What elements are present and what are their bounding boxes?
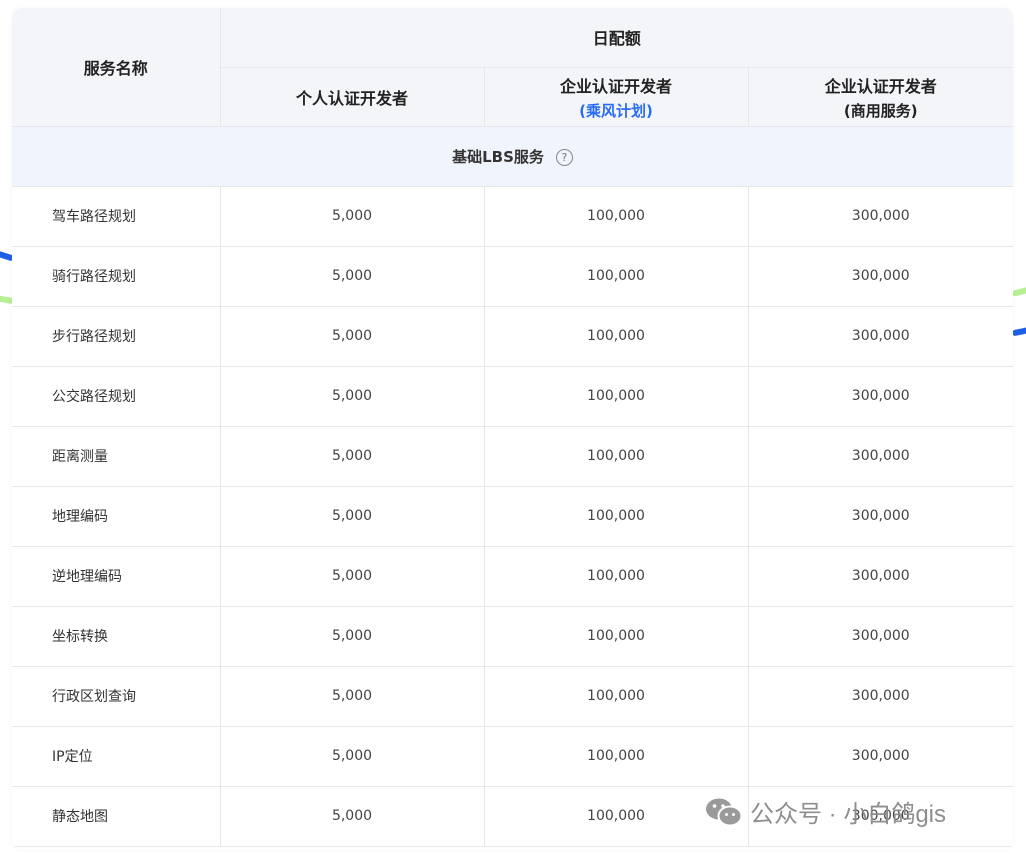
section-title: 基础LBS服务	[452, 147, 544, 166]
cell-commercial-quota: 300,000	[747, 185, 1013, 247]
table-row: 距离测量 5,000 100,000 300,000	[12, 425, 1013, 487]
header-enterprise-label: 企业认证开发者	[559, 76, 672, 96]
section-row: 基础LBS服务?	[12, 125, 1013, 187]
cell-commercial-quota: 300,000	[747, 425, 1013, 487]
cell-personal-quota: 5,000	[219, 545, 485, 607]
table-row: 驾车路径规划 5,000 100,000 300,000	[12, 185, 1013, 247]
header-enterprise-sub: (乘风计划)	[579, 101, 653, 120]
cell-commercial-quota: 300,000	[747, 665, 1013, 727]
decor-stroke-blue	[1011, 325, 1026, 337]
table-row: 行政区划查询 5,000 100,000 300,000	[12, 665, 1013, 727]
table-body: 驾车路径规划 5,000 100,000 300,000 骑行路径规划 5,000 100,…	[12, 185, 1013, 847]
cell-service-name: IP定位	[12, 725, 221, 787]
cell-commercial-quota: 300,000	[747, 365, 1013, 427]
header-service-name: 服务名称	[12, 8, 221, 127]
cell-commercial-quota: 300,000	[747, 725, 1013, 787]
cell-enterprise-quota: 100,000	[483, 305, 749, 367]
cell-enterprise-quota: 100,000	[483, 605, 749, 667]
cell-service-name: 骑行路径规划	[12, 245, 221, 307]
table-row: 地理编码 5,000 100,000 300,000	[12, 485, 1013, 547]
wechat-icon	[706, 798, 743, 826]
cell-personal-quota: 5,000	[219, 425, 485, 487]
cell-enterprise-quota: 100,000	[483, 245, 749, 307]
table-header: 服务名称 日配额 个人认证开发者 企业认证开发者 (乘风计划) 企业认证开发者 …	[12, 8, 1013, 127]
cell-personal-quota: 5,000	[219, 605, 485, 667]
cell-personal-quota: 5,000	[219, 185, 485, 247]
header-commercial-label: 企业认证开发者	[824, 76, 937, 96]
header-daily-quota: 日配额	[219, 8, 1013, 68]
cell-service-name: 逆地理编码	[12, 545, 221, 607]
decor-stroke-green	[1011, 285, 1026, 297]
cell-service-name: 驾车路径规划	[12, 185, 221, 247]
quota-table: 服务名称 日配额 个人认证开发者 企业认证开发者 (乘风计划) 企业认证开发者 …	[12, 8, 1013, 847]
cell-service-name: 公交路径规划	[12, 365, 221, 427]
cell-service-name: 步行路径规划	[12, 305, 221, 367]
cell-commercial-quota: 300,000	[747, 605, 1013, 667]
cell-enterprise-quota: 100,000	[483, 545, 749, 607]
cell-commercial-quota: 300,000	[747, 305, 1013, 367]
cell-enterprise-quota: 100,000	[483, 425, 749, 487]
cell-personal-quota: 5,000	[219, 305, 485, 367]
table-row: 逆地理编码 5,000 100,000 300,000	[12, 545, 1013, 607]
cell-commercial-quota: 300,000	[747, 485, 1013, 547]
table-row: 坐标转换 5,000 100,000 300,000	[12, 605, 1013, 667]
table-row: 公交路径规划 5,000 100,000 300,000	[12, 365, 1013, 427]
cell-service-name: 坐标转换	[12, 605, 221, 667]
watermark: 公众号 · 小白鸽gis	[704, 794, 946, 829]
cell-personal-quota: 5,000	[219, 665, 485, 727]
watermark-text: 公众号 · 小白鸽gis	[750, 801, 947, 828]
header-enterprise: 企业认证开发者 (乘风计划)	[483, 66, 749, 127]
cell-personal-quota: 5,000	[219, 485, 485, 547]
cell-commercial-quota: 300,000	[747, 245, 1013, 307]
question-circle-icon[interactable]: ?	[555, 148, 573, 166]
quota-table-card: 服务名称 日配额 个人认证开发者 企业认证开发者 (乘风计划) 企业认证开发者 …	[12, 8, 1013, 850]
cell-personal-quota: 5,000	[219, 725, 485, 787]
table-row: IP定位 5,000 100,000 300,000	[12, 725, 1013, 787]
cell-service-name: 静态地图	[12, 785, 221, 847]
cell-commercial-quota: 300,000	[747, 545, 1013, 607]
cell-enterprise-quota: 100,000	[483, 485, 749, 547]
table-row: 步行路径规划 5,000 100,000 300,000	[12, 305, 1013, 367]
header-personal: 个人认证开发者	[220, 66, 485, 127]
cell-service-name: 行政区划查询	[12, 665, 221, 727]
table-row: 骑行路径规划 5,000 100,000 300,000	[12, 245, 1013, 307]
cell-enterprise-quota: 100,000	[483, 185, 749, 247]
section-cell: 基础LBS服务?	[12, 125, 1013, 187]
cell-personal-quota: 5,000	[219, 365, 485, 427]
cell-enterprise-quota: 100,000	[483, 665, 749, 727]
cell-enterprise-quota: 100,000	[483, 365, 749, 427]
cell-personal-quota: 5,000	[219, 785, 485, 847]
header-commercial-sub: (商用服务)	[843, 101, 918, 120]
cell-service-name: 地理编码	[12, 485, 221, 547]
cell-enterprise-quota: 100,000	[483, 725, 749, 787]
cell-service-name: 距离测量	[12, 425, 221, 487]
cell-personal-quota: 5,000	[219, 245, 485, 307]
header-commercial: 企业认证开发者 (商用服务)	[747, 66, 1013, 127]
